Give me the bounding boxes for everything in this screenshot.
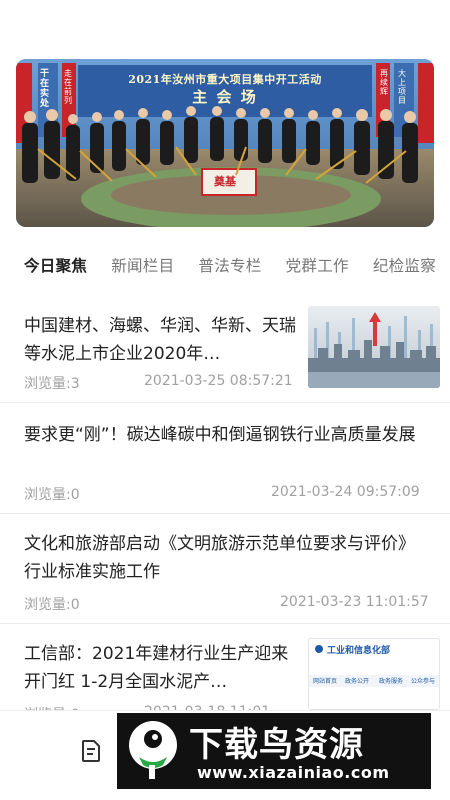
watermark: 下载鸟资源 www.xiazainiao.com (117, 713, 431, 789)
news-item[interactable]: 中国建材、海螺、华润、华新、天瑞等水泥上市企业2020年… 浏览量:3 2021… (0, 292, 450, 403)
category-tabs: 今日聚焦 新闻栏目 普法专栏 党群工作 纪检监察 (0, 246, 450, 294)
news-title: 中国建材、海螺、华润、华新、天瑞等水泥上市企业2020年… (24, 316, 296, 364)
skyline-chart-thumbnail (308, 306, 440, 388)
tab-legal-column[interactable]: 普法专栏 (174, 246, 261, 294)
news-title: 要求更“刚”！碳达峰碳中和倒逼钢铁行业高质量发展 (24, 425, 416, 445)
banner-right-sign-2: 再续辉 (380, 69, 388, 96)
banner-subtitle: 主 会 场 (192, 88, 258, 106)
banner-image[interactable]: 2021年汝州市重大项目集中开工活动 主 会 场 干在实处 走在前列 大上项目 … (16, 59, 434, 227)
tab-discipline-inspection[interactable]: 纪检监察 (349, 246, 436, 294)
tab-today-focus[interactable]: 今日聚焦 (0, 246, 87, 294)
news-title: 文化和旅游部启动《文明旅游示范单位要求与评价》行业标准实施工作 (24, 534, 415, 582)
tab-party-work[interactable]: 党群工作 (262, 246, 349, 294)
thumb-nav-item: 公众参与 (411, 678, 436, 685)
publish-date: 2021-03-24 09:57:09 (271, 484, 420, 500)
banner-title: 2021年汝州市重大项目集中开工活动 (128, 73, 322, 86)
banner-left-sign-2: 走在前列 (64, 69, 72, 105)
thumb-site-title: 工业和信息化部 (327, 646, 391, 656)
news-thumbnail: 工业和信息化部 网站首页 政务公开 政务服务 公众参与 (308, 638, 440, 710)
view-count: 浏览量:0 (24, 597, 80, 613)
thumb-nav-item: 政务服务 (379, 678, 404, 685)
thumb-nav-item: 政务公开 (345, 678, 370, 685)
news-item[interactable]: 工信部：2021年建材行业生产迎来开门红 1-2月全国水泥产… 浏览量:0 20… (0, 624, 450, 724)
news-title: 工信部：2021年建材行业生产迎来开门红 1-2月全国水泥产… (24, 644, 289, 692)
news-item[interactable]: 要求更“刚”！碳达峰碳中和倒逼钢铁行业高质量发展 浏览量:0 2021-03-2… (0, 403, 450, 514)
news-item[interactable]: 文化和旅游部启动《文明旅游示范单位要求与评价》行业标准实施工作 浏览量:0 20… (0, 514, 450, 624)
banner-right-sign-1: 大上项目 (398, 69, 406, 105)
view-count: 浏览量:3 (24, 376, 80, 392)
watermark-title: 下载鸟资源 (189, 725, 364, 765)
thumb-nav-item: 网站首页 (313, 678, 338, 685)
publish-date: 2021-03-25 08:57:21 (144, 373, 293, 389)
document-icon[interactable] (80, 739, 102, 767)
view-count: 浏览量:0 (24, 487, 80, 503)
thumb-nav-bar: 网站首页 政务公开 政务服务 公众参与 (309, 675, 439, 687)
foundation-sign: 奠基 (214, 175, 236, 188)
news-thumbnail (308, 306, 440, 388)
emblem-icon (315, 645, 323, 653)
bird-logo-icon (129, 721, 177, 779)
tab-news-column[interactable]: 新闻栏目 (87, 246, 174, 294)
banner-left-sign-1: 干在实处 (40, 69, 50, 109)
publish-date: 2021-03-23 11:01:57 (280, 594, 429, 610)
watermark-url: www.xiazainiao.com (197, 763, 390, 782)
